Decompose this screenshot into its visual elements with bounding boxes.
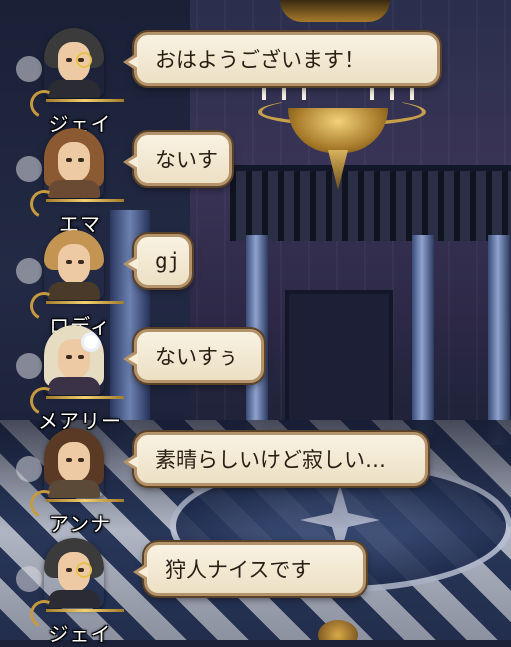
avatar-gentleman-monocle-icon[interactable] <box>44 28 104 98</box>
speaker-name: ジェイ <box>48 624 112 646</box>
speech-bubble[interactable]: ないすぅ <box>123 329 264 383</box>
speech-bubble[interactable]: 素晴らしいけど寂しい… <box>123 432 428 486</box>
message-text: おはようございます！ <box>155 48 365 72</box>
speech-bubble[interactable]: gj <box>123 234 192 288</box>
chat-message: ジェイ 狩人ナイスです <box>0 538 511 646</box>
status-dot-icon <box>16 258 42 284</box>
message-text: ないす <box>155 148 218 172</box>
speech-bubble[interactable]: 狩人ナイスです <box>133 542 366 596</box>
status-dot-icon <box>16 156 42 182</box>
hair-flower-icon <box>84 335 98 349</box>
avatar-braided-woman-icon[interactable] <box>44 428 104 498</box>
message-text: gj <box>155 249 181 273</box>
message-text: ないすぅ <box>155 345 239 369</box>
status-dot-icon <box>16 353 42 379</box>
status-dot-icon <box>16 56 42 82</box>
speaker-name: アンナ <box>48 514 112 536</box>
chat-message: ジェイ おはようございます！ <box>0 28 511 136</box>
chat-message: アンナ 素晴らしいけど寂しい… <box>0 428 511 536</box>
message-text: 素晴らしいけど寂しい… <box>155 448 386 472</box>
speech-bubble[interactable]: おはようございます！ <box>123 32 440 86</box>
status-dot-icon <box>16 456 42 482</box>
ceiling-ornament <box>280 0 390 22</box>
avatar-blond-man-icon[interactable] <box>44 230 104 300</box>
speech-bubble[interactable]: ないす <box>123 132 232 186</box>
avatar-platinum-hair-girl-icon[interactable] <box>44 325 104 395</box>
status-dot-icon <box>16 566 42 592</box>
chat-message: エマ ないす <box>0 128 511 236</box>
avatar-brown-hair-girl-icon[interactable] <box>44 128 104 198</box>
message-text: 狩人ナイスです <box>165 558 312 582</box>
avatar-gentleman-monocle-icon[interactable] <box>44 538 104 608</box>
chat-message: ロディ gj <box>0 230 511 338</box>
chat-message: メアリー ないすぅ <box>0 325 511 433</box>
